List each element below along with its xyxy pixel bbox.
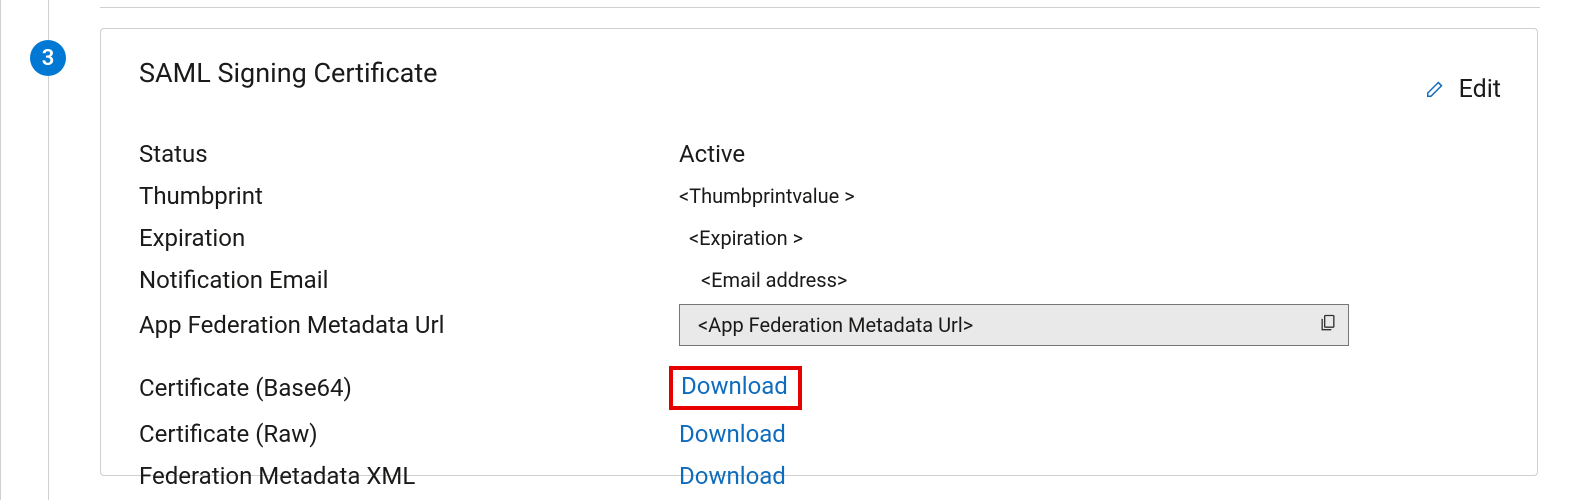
fed-xml-download-link[interactable]: Download bbox=[679, 458, 786, 494]
properties-grid: Status Active Thumbprint <Thumbprintvalu… bbox=[139, 136, 1501, 494]
copy-icon[interactable] bbox=[1318, 313, 1338, 338]
cert-base64-label: Certificate (Base64) bbox=[139, 370, 679, 406]
edit-button[interactable]: Edit bbox=[1425, 75, 1501, 104]
fed-xml-label: Federation Metadata XML bbox=[139, 458, 679, 494]
pencil-icon bbox=[1425, 77, 1447, 103]
cert-base64-download-link[interactable]: Download bbox=[669, 366, 802, 410]
left-rule bbox=[0, 0, 1, 500]
edit-label: Edit bbox=[1459, 75, 1501, 104]
cert-raw-download-link[interactable]: Download bbox=[679, 416, 786, 452]
cert-raw-label: Certificate (Raw) bbox=[139, 416, 679, 452]
card-header: SAML Signing Certificate Edit bbox=[139, 57, 1501, 104]
step-badge: 3 bbox=[30, 40, 66, 76]
saml-certificate-card: SAML Signing Certificate Edit Status Act… bbox=[100, 28, 1538, 476]
thumbprint-value: <Thumbprintvalue > bbox=[679, 178, 1501, 214]
metadata-url-label: App Federation Metadata Url bbox=[139, 307, 679, 343]
prev-card-border bbox=[100, 0, 1540, 8]
status-label: Status bbox=[139, 136, 679, 172]
notification-email-label: Notification Email bbox=[139, 262, 679, 298]
spacer bbox=[139, 352, 1501, 360]
expiration-label: Expiration bbox=[139, 220, 679, 256]
metadata-url-value: <App Federation Metadata Url> bbox=[698, 313, 973, 337]
expiration-value: <Expiration > bbox=[679, 220, 1501, 256]
card-title: SAML Signing Certificate bbox=[139, 57, 438, 89]
notification-email-value: <Email address> bbox=[679, 262, 1501, 298]
status-value: Active bbox=[679, 136, 1501, 172]
thumbprint-label: Thumbprint bbox=[139, 178, 679, 214]
metadata-url-field[interactable]: <App Federation Metadata Url> bbox=[679, 304, 1349, 346]
step-number: 3 bbox=[42, 46, 55, 71]
